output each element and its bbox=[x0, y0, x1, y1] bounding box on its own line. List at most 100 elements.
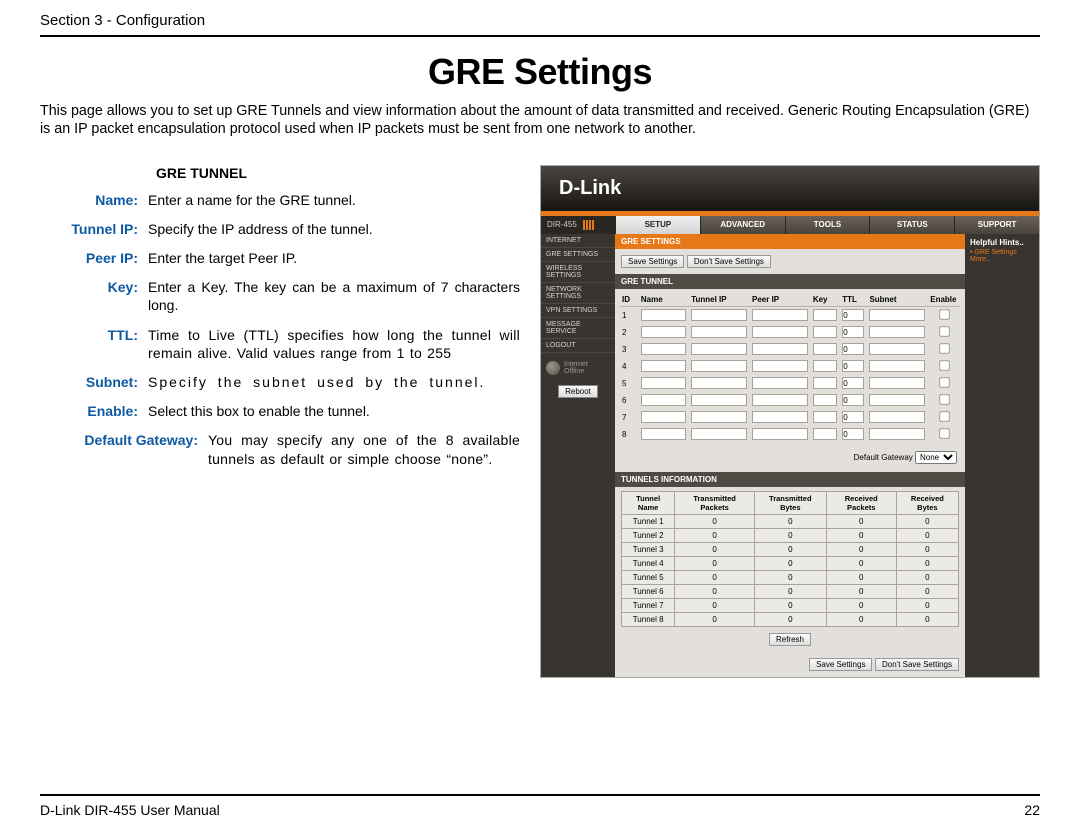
save-button-bottom[interactable]: Save Settings bbox=[809, 658, 872, 671]
header-rule bbox=[40, 35, 1040, 37]
gre-peerip-input[interactable] bbox=[752, 309, 808, 321]
tab-setup[interactable]: SETUP bbox=[615, 216, 700, 234]
gre-ttl-input[interactable] bbox=[842, 360, 864, 372]
dont-save-button-bottom[interactable]: Don't Save Settings bbox=[875, 658, 959, 671]
gre-key-input[interactable] bbox=[813, 394, 837, 406]
gre-key-input[interactable] bbox=[813, 326, 837, 338]
definitions-column: GRE TUNNEL Name: Enter a name for the GR… bbox=[40, 165, 520, 479]
gre-enable-checkbox[interactable] bbox=[939, 360, 949, 370]
gre-enable-checkbox[interactable] bbox=[939, 326, 949, 336]
def-desc-name: Enter a name for the GRE tunnel. bbox=[148, 191, 520, 209]
gre-subnet-input[interactable] bbox=[869, 360, 925, 372]
gre-subnet-input[interactable] bbox=[869, 428, 925, 440]
gre-name-input[interactable] bbox=[641, 326, 686, 338]
gre-key-input[interactable] bbox=[813, 309, 837, 321]
gre-name-input[interactable] bbox=[641, 343, 686, 355]
ti-tp: 0 bbox=[675, 612, 755, 626]
gre-name-input[interactable] bbox=[641, 309, 686, 321]
save-button-top[interactable]: Save Settings bbox=[621, 255, 684, 268]
gre-name-input[interactable] bbox=[641, 360, 686, 372]
gre-peerip-input[interactable] bbox=[752, 428, 808, 440]
gre-ttl-input[interactable] bbox=[842, 326, 864, 338]
gre-tunnelip-input[interactable] bbox=[691, 360, 747, 372]
gre-subnet-input[interactable] bbox=[869, 394, 925, 406]
gre-key-input[interactable] bbox=[813, 411, 837, 423]
gre-tunnelip-input[interactable] bbox=[691, 428, 747, 440]
sidenav-gre[interactable]: GRE SETTINGS bbox=[541, 248, 615, 262]
gre-subnet-input[interactable] bbox=[869, 377, 925, 389]
gre-key-input[interactable] bbox=[813, 343, 837, 355]
gre-peerip-input[interactable] bbox=[752, 394, 808, 406]
section-head: GRE TUNNEL bbox=[40, 165, 520, 181]
gre-enable-checkbox[interactable] bbox=[939, 377, 949, 387]
gre-row: 8 bbox=[620, 426, 960, 443]
def-label-peerip: Peer IP: bbox=[40, 249, 148, 267]
gre-key-input[interactable] bbox=[813, 377, 837, 389]
gre-id: 3 bbox=[620, 341, 639, 358]
gre-key-input[interactable] bbox=[813, 360, 837, 372]
sidenav-network[interactable]: NETWORK SETTINGS bbox=[541, 283, 615, 304]
tab-support[interactable]: SUPPORT bbox=[954, 216, 1039, 234]
sidenav-internet[interactable]: INTERNET bbox=[541, 234, 615, 248]
ti-rp: 0 bbox=[826, 570, 896, 584]
gre-ttl-input[interactable] bbox=[842, 411, 864, 423]
gre-name-input[interactable] bbox=[641, 394, 686, 406]
hints-item[interactable]: • GRE Settings bbox=[970, 249, 1034, 256]
gre-name-input[interactable] bbox=[641, 377, 686, 389]
gre-peerip-input[interactable] bbox=[752, 377, 808, 389]
ti-rb: 0 bbox=[896, 528, 958, 542]
sidenav-logout[interactable]: LOGOUT bbox=[541, 339, 615, 353]
gre-name-input[interactable] bbox=[641, 428, 686, 440]
hints-more[interactable]: More.. bbox=[970, 256, 1034, 263]
tab-tools[interactable]: TOOLS bbox=[785, 216, 870, 234]
router-screenshot: D-Link DIR-455 SETUP ADVANCED TOOLS STAT… bbox=[540, 165, 1040, 678]
gre-ttl-input[interactable] bbox=[842, 343, 864, 355]
gre-tunnelip-input[interactable] bbox=[691, 411, 747, 423]
gre-peerip-input[interactable] bbox=[752, 411, 808, 423]
gre-ttl-input[interactable] bbox=[842, 377, 864, 389]
refresh-button[interactable]: Refresh bbox=[769, 633, 811, 646]
gre-tunnelip-input[interactable] bbox=[691, 394, 747, 406]
gre-enable-checkbox[interactable] bbox=[939, 428, 949, 438]
gre-enable-checkbox[interactable] bbox=[939, 411, 949, 421]
gre-tunnelip-input[interactable] bbox=[691, 343, 747, 355]
ti-row: Tunnel 50000 bbox=[622, 570, 959, 584]
sidenav-vpn[interactable]: VPN SETTINGS bbox=[541, 304, 615, 318]
def-desc-enable: Select this box to enable the tunnel. bbox=[148, 402, 520, 420]
gre-subnet-input[interactable] bbox=[869, 309, 925, 321]
dgw-select[interactable]: None bbox=[915, 451, 957, 464]
gre-col-id: ID bbox=[620, 293, 639, 307]
sidenav: INTERNET GRE SETTINGS WIRELESS SETTINGS … bbox=[541, 234, 615, 677]
gre-ttl-input[interactable] bbox=[842, 309, 864, 321]
gre-subnet-input[interactable] bbox=[869, 411, 925, 423]
gre-enable-checkbox[interactable] bbox=[939, 343, 949, 353]
gre-name-input[interactable] bbox=[641, 411, 686, 423]
gre-ttl-input[interactable] bbox=[842, 394, 864, 406]
gre-col-subnet: Subnet bbox=[867, 293, 928, 307]
ti-name: Tunnel 5 bbox=[622, 570, 675, 584]
gre-peerip-input[interactable] bbox=[752, 343, 808, 355]
gre-enable-checkbox[interactable] bbox=[939, 309, 949, 319]
gre-key-input[interactable] bbox=[813, 428, 837, 440]
gre-subnet-input[interactable] bbox=[869, 326, 925, 338]
tab-advanced[interactable]: ADVANCED bbox=[700, 216, 785, 234]
brand-logo: D-Link bbox=[559, 177, 621, 200]
ti-rb: 0 bbox=[896, 584, 958, 598]
gre-subnet-input[interactable] bbox=[869, 343, 925, 355]
gre-peerip-input[interactable] bbox=[752, 360, 808, 372]
ti-tp: 0 bbox=[675, 542, 755, 556]
tab-status[interactable]: STATUS bbox=[869, 216, 954, 234]
dont-save-button-top[interactable]: Don't Save Settings bbox=[687, 255, 771, 268]
gre-enable-checkbox[interactable] bbox=[939, 394, 949, 404]
gre-ttl-input[interactable] bbox=[842, 428, 864, 440]
sidenav-message[interactable]: MESSAGE SERVICE bbox=[541, 318, 615, 339]
gre-tunnelip-input[interactable] bbox=[691, 309, 747, 321]
gre-col-tunnelip: Tunnel IP bbox=[689, 293, 750, 307]
gre-tunnelip-input[interactable] bbox=[691, 377, 747, 389]
reboot-button[interactable]: Reboot bbox=[558, 385, 598, 398]
ti-tp: 0 bbox=[675, 570, 755, 584]
gre-peerip-input[interactable] bbox=[752, 326, 808, 338]
gre-tunnelip-input[interactable] bbox=[691, 326, 747, 338]
sidenav-wireless[interactable]: WIRELESS SETTINGS bbox=[541, 262, 615, 283]
def-label-tunnelip: Tunnel IP: bbox=[40, 220, 148, 238]
